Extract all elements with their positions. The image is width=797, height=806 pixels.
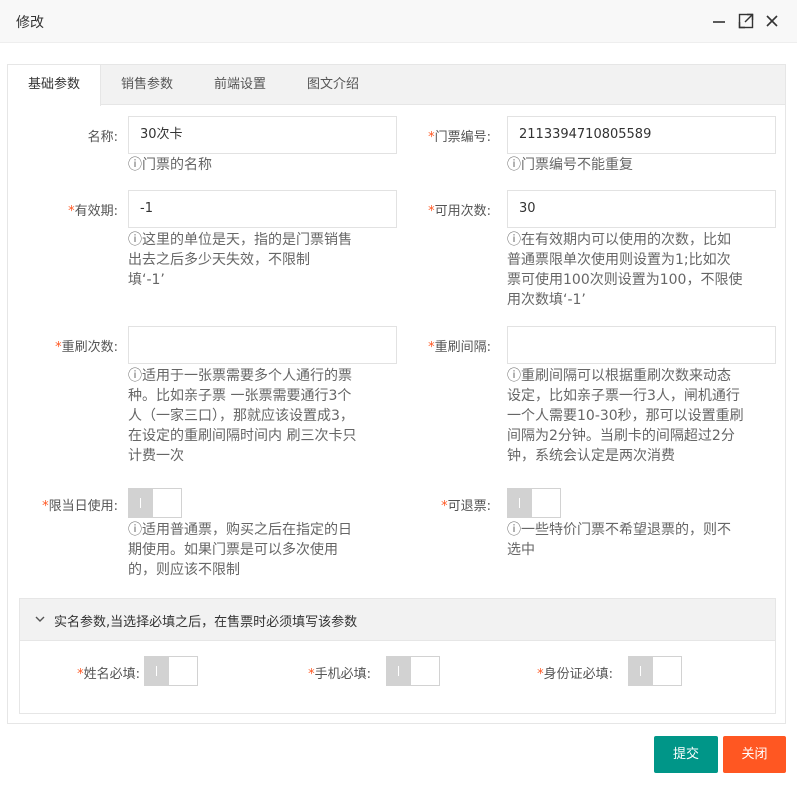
realname-collapse-header[interactable]: 实名参数,当选择必填之后，在售票时必须填写该参数 xyxy=(20,599,775,641)
dialog-title: 修改 xyxy=(16,15,44,31)
uses-label: *可用次数: xyxy=(428,204,491,219)
switch-knob xyxy=(387,657,411,685)
validity-hint: ⓘ这里的单位是天，指的是门票销售 出去之后多少天失效，不限制 填‘-1’ xyxy=(128,232,352,288)
reswipe-interval-hint: ⓘ重刷间隔可以根据重刷次数来动态 设定，比如亲子票一行3人，闸机通行 一个人需要10… xyxy=(507,368,744,464)
refundable-hint: ⓘ一些特价门票不希望退票的，则不 选中 xyxy=(507,522,731,558)
minimize-icon[interactable] xyxy=(710,12,728,30)
tab-bar: 基础参数 销售参数 前端设置 图文介绍 xyxy=(8,65,785,106)
ticket-no-hint: ⓘ门票编号不能重复 xyxy=(507,157,633,173)
close-button[interactable]: 关闭 xyxy=(723,736,786,773)
ticket-no-input[interactable]: 2113394710805589 xyxy=(507,116,776,154)
name-required-label: *姓名必填: xyxy=(77,667,140,682)
id-required-switch[interactable] xyxy=(628,656,682,686)
name-hint: ⓘ门票的名称 xyxy=(128,157,212,173)
switch-knob xyxy=(145,657,169,685)
dialog-titlebar: 修改 xyxy=(0,0,797,43)
ticket-no-label: *门票编号: xyxy=(428,130,491,145)
tab-basic[interactable]: 基础参数 xyxy=(8,65,101,106)
tab-sales[interactable]: 销售参数 xyxy=(101,65,193,105)
switch-knob xyxy=(508,489,532,517)
refundable-label: *可退票: xyxy=(441,499,491,514)
reswipe-count-label: *重刷次数: xyxy=(55,340,118,355)
name-required-switch[interactable] xyxy=(144,656,198,686)
close-icon[interactable] xyxy=(763,12,781,30)
tab-frontend[interactable]: 前端设置 xyxy=(193,65,287,105)
name-label: 名称: xyxy=(87,130,118,145)
chevron-down-icon xyxy=(34,613,46,629)
validity-input[interactable]: -1 xyxy=(128,190,397,228)
same-day-label: *限当日使用: xyxy=(42,499,118,514)
uses-input[interactable]: 30 xyxy=(507,190,776,228)
switch-knob xyxy=(129,489,153,517)
phone-required-label: *手机必填: xyxy=(308,667,371,682)
maximize-icon[interactable] xyxy=(737,12,755,30)
switch-knob xyxy=(629,657,653,685)
tab-content[interactable]: 图文介绍 xyxy=(287,65,379,105)
same-day-hint: ⓘ适用普通票，购买之后在指定的日 期使用。如果门票是可以多次使用 的，则应该不限制 xyxy=(128,522,352,578)
realname-collapse-title: 实名参数,当选择必填之后，在售票时必须填写该参数 xyxy=(54,615,358,630)
name-input[interactable]: 30次卡 xyxy=(128,116,397,154)
uses-hint: ⓘ在有效期内可以使用的次数，比如 普通票限单次使用则设置为1;比如次 票可使用100… xyxy=(507,232,743,308)
id-required-label: *身份证必填: xyxy=(537,667,613,682)
reswipe-count-input[interactable] xyxy=(128,326,397,364)
refundable-switch[interactable] xyxy=(507,488,561,518)
reswipe-interval-label: *重刷间隔: xyxy=(428,340,491,355)
validity-label: *有效期: xyxy=(68,204,118,219)
reswipe-count-hint: ⓘ适用于一张票需要多个人通行的票 种。比如亲子票 一张票需要通行3个 人（一家三口）… xyxy=(128,368,357,464)
realname-collapse: 实名参数,当选择必填之后，在售票时必须填写该参数 *姓名必填: *手机必填: *… xyxy=(19,598,776,714)
same-day-switch[interactable] xyxy=(128,488,182,518)
reswipe-interval-input[interactable] xyxy=(507,326,776,364)
phone-required-switch[interactable] xyxy=(386,656,440,686)
submit-button[interactable]: 提交 xyxy=(654,736,718,773)
form-panel: 基础参数 销售参数 前端设置 图文介绍 名称: 30次卡 ⓘ门票的名称 *门票编… xyxy=(7,64,786,724)
